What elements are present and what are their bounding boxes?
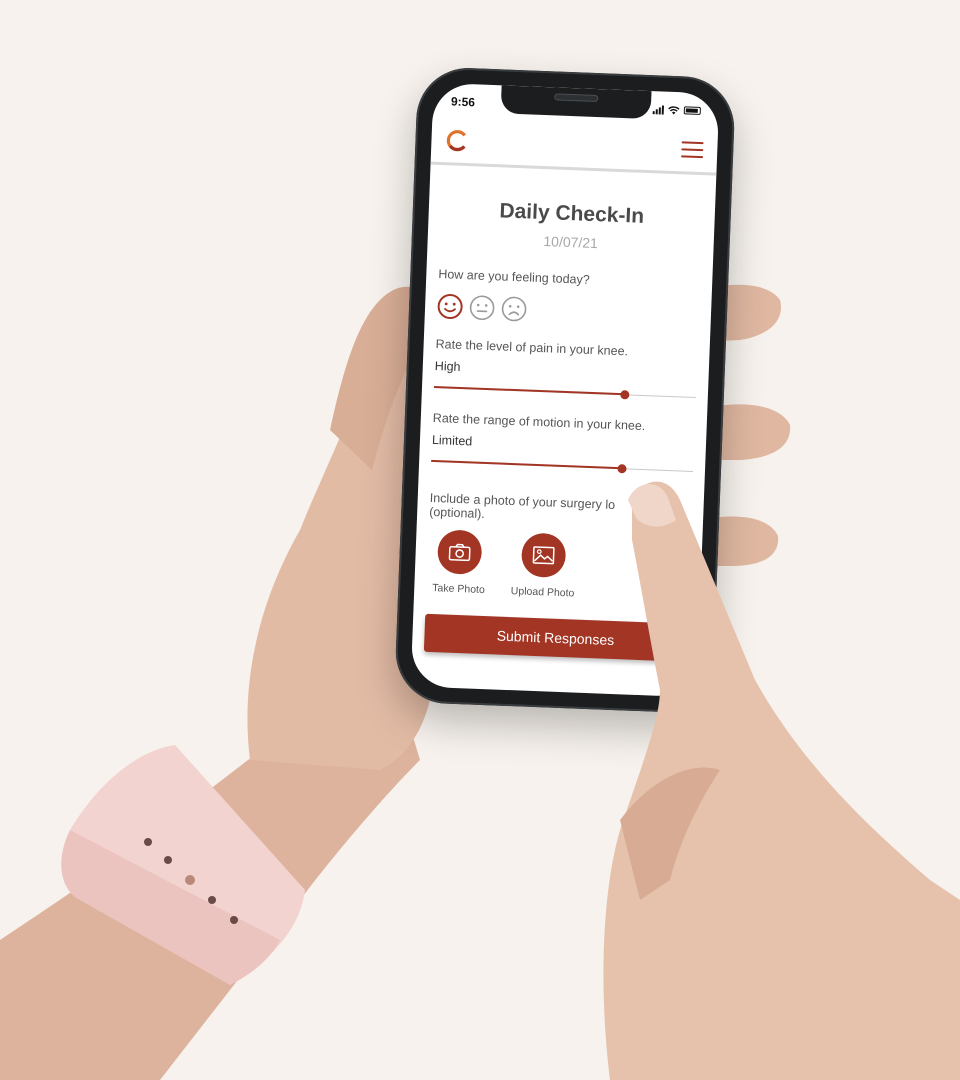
pain-question: Rate the level of pain in your knee. (435, 337, 629, 359)
image-icon (532, 546, 556, 565)
pain-level-label: High (434, 358, 461, 374)
motion-level-label: Limited (431, 432, 473, 449)
pain-slider[interactable] (433, 381, 696, 405)
take-photo-circle[interactable] (437, 529, 483, 575)
sad-face-icon[interactable] (501, 295, 528, 322)
phone-notch (500, 85, 652, 120)
photo-actions: Take Photo Upload Photo (426, 529, 690, 604)
photo-question: Include a photo of your surgery lo (opti… (429, 491, 692, 529)
speaker-grille (554, 93, 599, 103)
phone-screen: 9:56 Daily Check-In 10/07/21 How are you… (410, 82, 720, 698)
photo-scene: 9:56 Daily Check-In 10/07/21 How are you… (0, 0, 960, 1080)
take-photo-label: Take Photo (432, 582, 486, 597)
upload-photo-button[interactable]: Upload Photo (510, 532, 577, 600)
mood-selector (437, 293, 700, 329)
feeling-question: How are you feeling today? (438, 267, 590, 287)
phone-device: 9:56 Daily Check-In 10/07/21 How are you… (393, 66, 737, 714)
hamburger-menu-icon[interactable] (681, 140, 704, 158)
slider-thumb[interactable] (620, 390, 630, 400)
take-photo-button[interactable]: Take Photo (432, 529, 487, 596)
upload-photo-label: Upload Photo (510, 585, 575, 600)
happy-face-icon[interactable] (437, 293, 464, 320)
status-icons (652, 105, 701, 116)
motion-slider[interactable] (431, 455, 693, 479)
wifi-icon (668, 105, 680, 114)
checkin-form: Daily Check-In 10/07/21 How are you feel… (411, 167, 717, 698)
signal-icon (652, 105, 665, 115)
circle-logo-icon[interactable] (445, 128, 470, 153)
camera-icon (448, 543, 471, 562)
slider-thumb[interactable] (617, 464, 627, 474)
slider-fill (431, 459, 623, 470)
motion-question: Rate the range of motion in your knee. (432, 410, 646, 434)
upload-photo-circle[interactable] (521, 532, 567, 579)
app-header (430, 116, 719, 176)
neutral-face-icon[interactable] (469, 294, 496, 321)
submit-responses-button[interactable]: Submit Responses (423, 613, 688, 662)
slider-fill (433, 385, 626, 396)
checkin-date: 10/07/21 (543, 233, 599, 252)
battery-icon (683, 106, 701, 116)
page-title: Daily Check-In (499, 199, 645, 228)
status-time: 9:56 (450, 94, 476, 110)
